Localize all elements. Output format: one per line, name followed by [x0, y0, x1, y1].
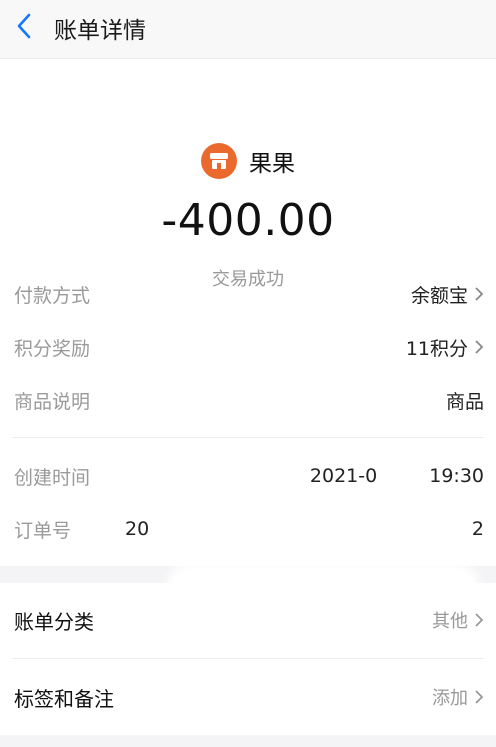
store-icon: [201, 143, 237, 179]
order-number-value-start: 20: [125, 518, 150, 540]
tags-notes-value: 添加: [432, 688, 468, 709]
product-description-value: 商品: [445, 390, 484, 413]
created-time-value-start: 2021-0: [309, 465, 378, 487]
bill-summary-card: 果果 -400.00 交易成功 付款方式 余额宝 积分奖励 11积分 商品说明 …: [0, 59, 496, 607]
bill-actions-card: 账单分类 其他 标签和备注 添加: [0, 583, 496, 735]
bill-category-label: 账单分类: [14, 609, 94, 634]
created-time-value-end: 19:30: [429, 465, 484, 487]
product-description-label: 商品说明: [14, 390, 91, 413]
bill-category-row[interactable]: 账单分类 其他: [14, 600, 484, 640]
top-bar: 账单详情: [0, 0, 496, 59]
order-number-value-end: 2: [471, 518, 484, 540]
back-arrow-icon: [17, 13, 31, 39]
merchant-name: 果果: [249, 151, 295, 177]
back-button[interactable]: [10, 12, 38, 40]
divider: [12, 437, 484, 438]
points-reward-label: 积分奖励: [14, 337, 91, 360]
product-description-row: 商品说明 商品: [14, 380, 484, 420]
chevron-right-icon: [474, 286, 484, 302]
divider: [12, 658, 484, 659]
merchant[interactable]: 果果: [0, 143, 496, 179]
chevron-right-icon: [474, 339, 484, 355]
payment-method-row[interactable]: 付款方式 余额宝: [14, 274, 484, 314]
tags-notes-row[interactable]: 标签和备注 添加: [14, 677, 484, 717]
tags-notes-label: 标签和备注: [14, 686, 114, 711]
created-time-label: 创建时间: [14, 466, 91, 489]
transaction-amount: -400.00: [161, 195, 335, 246]
payment-method-value: 余额宝: [410, 284, 468, 307]
redaction-blur: [384, 513, 428, 547]
points-reward-row[interactable]: 积分奖励 11积分: [14, 327, 484, 367]
page-title: 账单详情: [54, 18, 146, 44]
chevron-right-icon: [474, 612, 484, 628]
bill-category-value: 其他: [432, 611, 468, 632]
chevron-right-icon: [474, 689, 484, 705]
created-time-row: 创建时间 2021-0 19:30: [14, 456, 484, 496]
order-number-label: 订单号: [14, 519, 72, 542]
points-reward-value: 11积分: [405, 337, 468, 360]
payment-method-label: 付款方式: [14, 284, 91, 307]
